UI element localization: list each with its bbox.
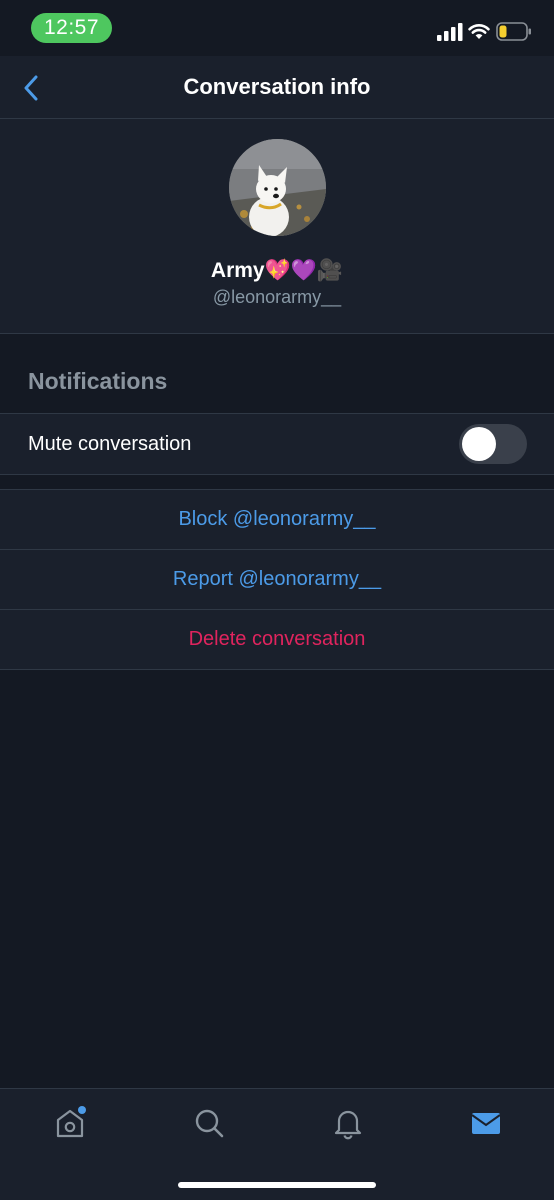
cellular-signal-icon <box>437 23 463 41</box>
status-bar: 12:57 <box>0 0 554 56</box>
mute-conversation-row: Mute conversation <box>0 413 554 475</box>
page-title: Conversation info <box>183 74 371 99</box>
report-user-button[interactable]: Report @leonorarmy__ <box>0 550 554 610</box>
notification-dot <box>78 1106 86 1114</box>
tab-notifications[interactable] <box>328 1103 368 1143</box>
navigation-header: Conversation info <box>0 56 554 119</box>
battery-low-icon <box>496 22 531 41</box>
wifi-icon <box>468 24 490 39</box>
profile-section: Army💖💜🎥 @leonorarmy__ <box>0 119 554 334</box>
mail-icon <box>471 1113 501 1134</box>
display-name: Army💖💜🎥 <box>210 259 344 282</box>
status-time[interactable]: 12:57 <box>31 13 112 43</box>
home-icon <box>56 1106 86 1138</box>
tab-search[interactable] <box>189 1103 229 1143</box>
tab-messages[interactable] <box>466 1103 506 1143</box>
home-indicator[interactable] <box>178 1182 376 1188</box>
bell-icon <box>334 1110 362 1140</box>
toggle-knob <box>462 427 496 461</box>
conversation-info-screen: 12:57 Conversation info Army💖💜🎥 @leonora… <box>0 0 554 1200</box>
delete-conversation-button[interactable]: Delete conversation <box>0 610 554 670</box>
username-handle: @leonorarmy__ <box>212 287 342 307</box>
notifications-section-header: Notifications <box>0 334 554 413</box>
search-icon <box>195 1109 224 1138</box>
tab-home[interactable] <box>50 1103 90 1143</box>
mute-conversation-label: Mute conversation <box>28 433 192 455</box>
avatar[interactable] <box>229 139 326 236</box>
mute-conversation-toggle[interactable] <box>459 424 527 464</box>
block-user-button[interactable]: Block @leonorarmy__ <box>0 489 554 550</box>
dog-photo <box>229 139 326 236</box>
section-title: Notifications <box>28 368 168 394</box>
